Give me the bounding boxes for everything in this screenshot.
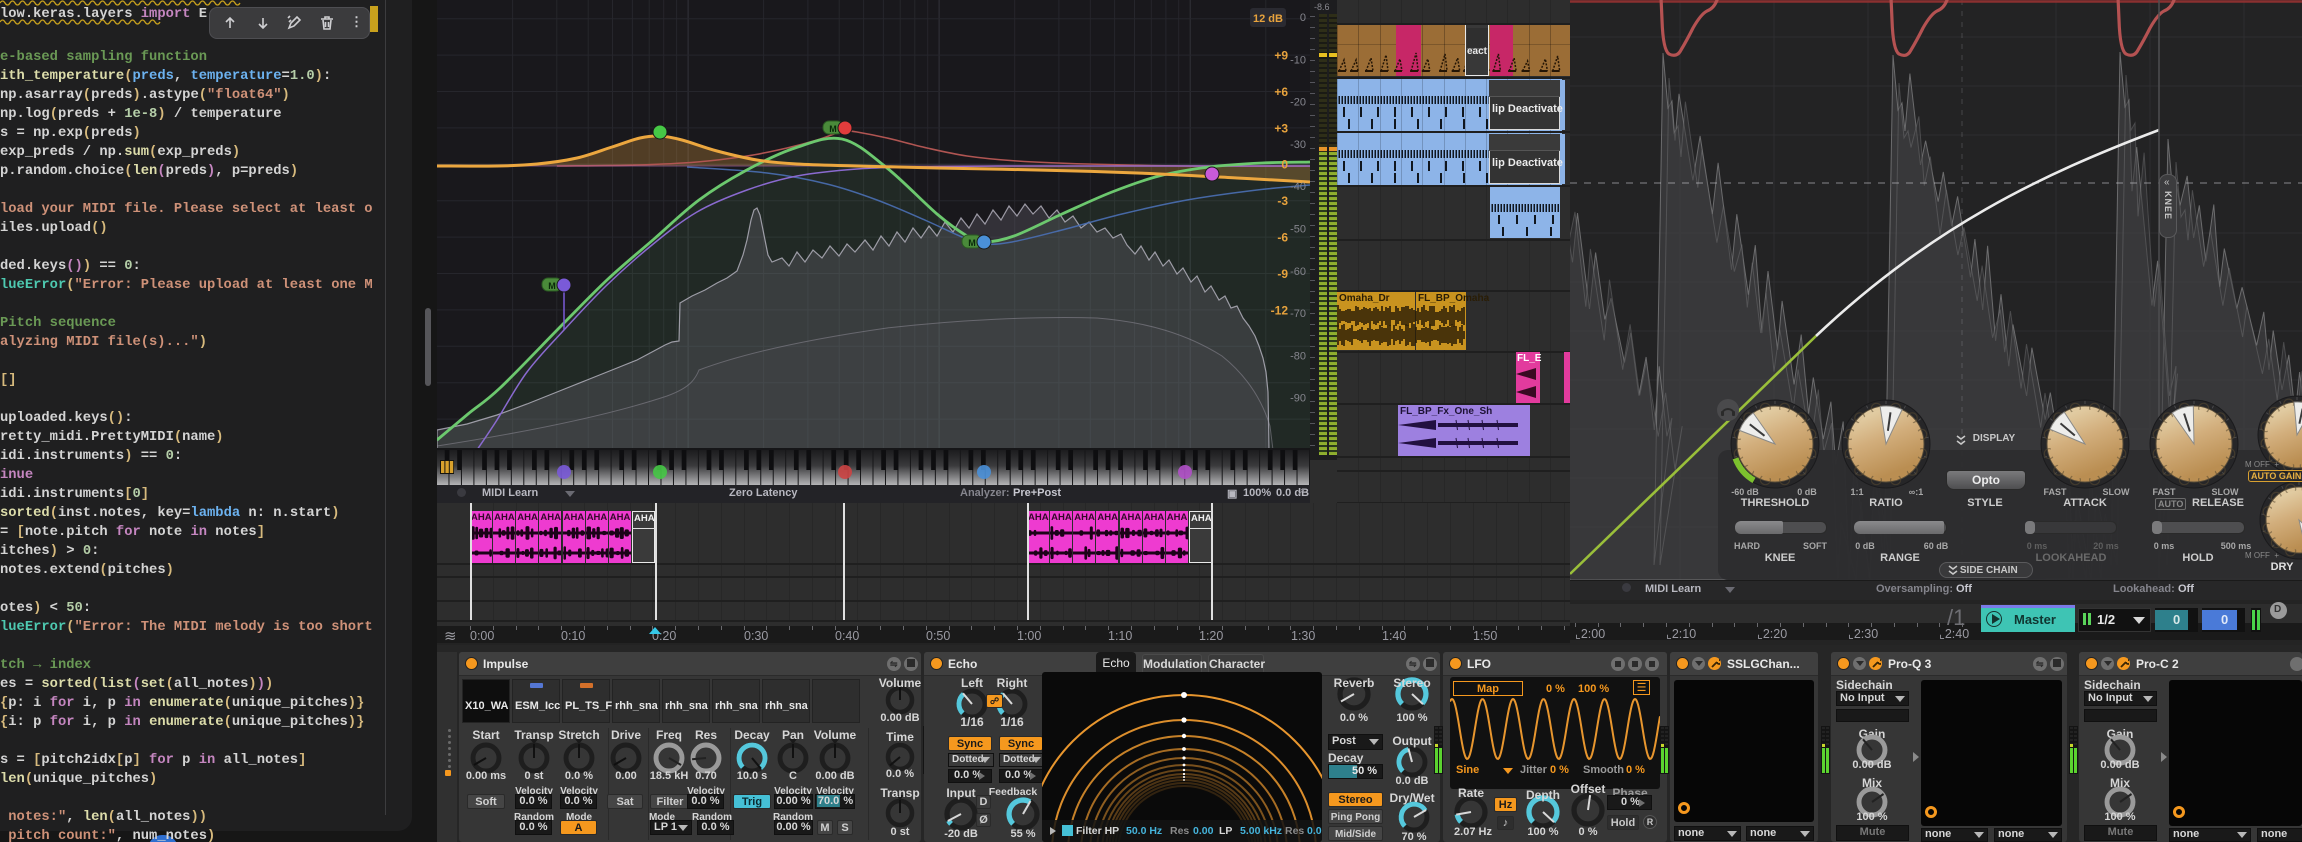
svg-text:M: M <box>968 238 976 248</box>
svg-text:-6: -6 <box>1277 231 1288 245</box>
svg-text:+9: +9 <box>1274 49 1288 63</box>
svg-text:-20: -20 <box>1290 97 1306 109</box>
svg-text:-80: -80 <box>1290 350 1306 362</box>
svg-text:-70: -70 <box>1290 308 1306 320</box>
svg-text:-30: -30 <box>1290 139 1306 151</box>
svg-text:-3: -3 <box>1277 194 1288 208</box>
svg-text:M: M <box>829 124 837 134</box>
svg-text:+6: +6 <box>1274 85 1288 99</box>
svg-text:12 dB: 12 dB <box>1253 13 1283 25</box>
svg-text:-40: -40 <box>1290 181 1306 193</box>
svg-text:M: M <box>548 281 556 291</box>
svg-text:-60: -60 <box>1290 266 1306 278</box>
svg-text:-90: -90 <box>1290 393 1306 405</box>
svg-text:0: 0 <box>1281 158 1288 172</box>
svg-text:0: 0 <box>1300 12 1306 24</box>
svg-text:-50: -50 <box>1290 224 1306 236</box>
svg-text:-9: -9 <box>1277 267 1288 281</box>
svg-text:+3: +3 <box>1274 121 1288 135</box>
svg-text:-12: -12 <box>1271 303 1289 317</box>
svg-text:-10: -10 <box>1290 54 1306 66</box>
